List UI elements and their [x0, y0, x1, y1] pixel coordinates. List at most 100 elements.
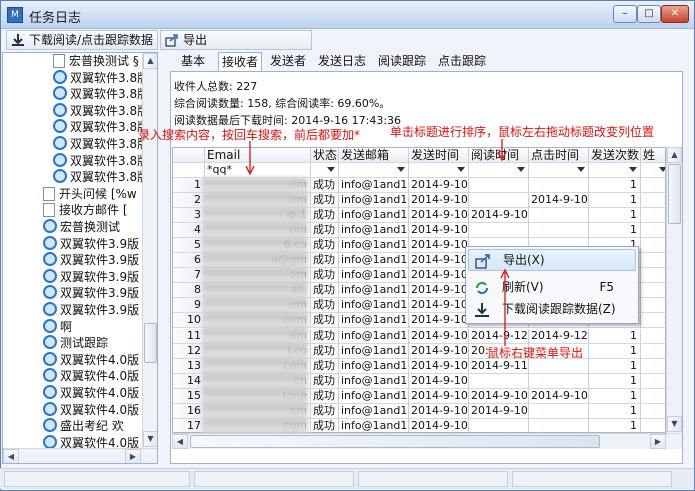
tree-item[interactable]: 双翼软件3.8版: [53, 136, 149, 152]
tree-item[interactable]: 双翼软件4.0版: [43, 385, 139, 401]
grid-cell[interactable]: 2014-9-10: [409, 403, 469, 419]
grid-cell[interactable]: 2014-9-10: [409, 193, 469, 209]
grid-cell[interactable]: 1: [589, 223, 641, 239]
tree-item[interactable]: 双翼软件3.8版: [53, 102, 149, 119]
grid-vertical-scrollbar[interactable]: ▲ ▼: [666, 147, 682, 433]
grid-cell[interactable]: 2014-9-10: [409, 418, 469, 432]
row-number[interactable]: 3: [173, 208, 205, 224]
grid-cell[interactable]: info@1and1-: [339, 388, 409, 404]
grid-cell[interactable]: 1: [589, 178, 641, 193]
grid-cell[interactable]: 2014-9-10: [409, 313, 469, 329]
column-header[interactable]: 发送次数: [589, 148, 641, 163]
tree-item[interactable]: 盛出考纪 欢: [43, 418, 124, 434]
grid-cell[interactable]: 成功: [311, 343, 339, 359]
grid-cell[interactable]: [529, 373, 589, 389]
grid-cell[interactable]: info@1and1-: [339, 343, 409, 359]
grid-cell[interactable]: 成功: [311, 268, 339, 284]
grid-cell[interactable]: [641, 208, 665, 224]
grid-cell[interactable]: 2014-9-10: [529, 388, 589, 404]
filter-dropdown-icon[interactable]: [659, 167, 665, 172]
grid-cell[interactable]: [469, 193, 529, 209]
tab-1[interactable]: 接收者: [218, 52, 262, 71]
grid-cell[interactable]: 2014-9-10: [409, 388, 469, 404]
grid-cell[interactable]: [529, 418, 589, 432]
scroll-down-arrow[interactable]: ▼: [143, 431, 157, 447]
grid-cell[interactable]: [641, 178, 665, 193]
grid-cell[interactable]: info@1and1-: [339, 253, 409, 269]
grid-cell[interactable]: 1: [589, 373, 641, 389]
grid-scroll-left-arrow[interactable]: ◀: [172, 434, 188, 449]
grid-cell[interactable]: 成功: [311, 178, 339, 193]
tree-item[interactable]: 双翼软件3.8版: [53, 86, 149, 102]
grid-cell[interactable]: 成功: [311, 223, 339, 239]
grid-cell[interactable]: 成功: [311, 283, 339, 299]
grid-cell[interactable]: 2014-9-10: [409, 208, 469, 224]
download-tracking-button[interactable]: 下载阅读/点击跟踪数据: [6, 30, 158, 50]
grid-cell[interactable]: info@1and1-: [339, 178, 409, 193]
grid-cell[interactable]: [641, 329, 665, 344]
row-number[interactable]: 1: [173, 178, 205, 193]
grid-cell[interactable]: 1: [589, 193, 641, 209]
row-number[interactable]: 7: [173, 268, 205, 284]
tree-item[interactable]: 双翼软件4.0版: [43, 401, 139, 418]
grid-cell[interactable]: [469, 418, 529, 432]
row-number[interactable]: 10: [173, 313, 205, 329]
tree-item[interactable]: 双翼软件3.8版: [53, 169, 149, 185]
tab-5[interactable]: 点击跟踪: [434, 52, 490, 71]
grid-cell[interactable]: info@1and1-: [339, 328, 409, 344]
column-header[interactable]: 姓: [641, 148, 665, 163]
grid-cell[interactable]: [529, 223, 589, 239]
grid-cell[interactable]: 成功: [311, 253, 339, 269]
grid-cell[interactable]: 2014-9-10: [409, 358, 469, 374]
grid-cell[interactable]: 成功: [311, 328, 339, 344]
tree-horizontal-scrollbar[interactable]: ◀ ▶: [3, 448, 157, 463]
tree-item[interactable]: 双翼软件4.0版: [43, 368, 139, 384]
column-header[interactable]: 点击时间: [529, 148, 589, 163]
row-number[interactable]: 8: [173, 283, 205, 299]
grid-cell[interactable]: [641, 298, 665, 314]
column-header[interactable]: 发送时间: [409, 148, 469, 163]
column-filter[interactable]: [529, 163, 589, 178]
grid-cell[interactable]: info@1and1-: [339, 223, 409, 239]
grid-cell[interactable]: 2014-9-10: [409, 178, 469, 193]
filter-dropdown-icon[interactable]: [629, 167, 637, 172]
grid-cell[interactable]: 成功: [311, 193, 339, 209]
tree-item[interactable]: 双翼软件3.9版: [43, 285, 139, 301]
grid-cell[interactable]: [641, 359, 665, 374]
grid-cell[interactable]: 1: [589, 388, 641, 404]
grid-cell[interactable]: 成功: [311, 238, 339, 254]
tab-3[interactable]: 发送日志: [314, 52, 370, 71]
grid-cell[interactable]: 成功: [311, 313, 339, 329]
grid-cell[interactable]: 2014-9-10: [409, 223, 469, 239]
filter-dropdown-icon[interactable]: [397, 167, 405, 172]
grid-scroll-right-arrow[interactable]: ▶: [650, 434, 666, 449]
grid-cell[interactable]: 2014-9-10: [409, 238, 469, 254]
grid-cell[interactable]: [641, 404, 665, 419]
export-button[interactable]: 导出: [160, 30, 312, 50]
column-filter[interactable]: [469, 163, 529, 178]
tree-item[interactable]: 开头问候 [%w: [43, 186, 137, 202]
grid-cell[interactable]: 1: [589, 328, 641, 344]
grid-cell[interactable]: 成功: [311, 373, 339, 389]
row-number[interactable]: 16: [173, 403, 205, 419]
grid-cell[interactable]: [641, 374, 665, 389]
grid-cell[interactable]: [641, 419, 665, 432]
grid-cell[interactable]: [641, 389, 665, 404]
grid-cell[interactable]: 成功: [311, 298, 339, 314]
tab-0[interactable]: 基本: [174, 52, 212, 71]
grid-cell[interactable]: info@1and1-: [339, 208, 409, 224]
grid-cell[interactable]: info@1and1-: [339, 358, 409, 374]
grid-cell[interactable]: 2014-9-10: [409, 328, 469, 344]
grid-horizontal-scrollbar[interactable]: ◀ ▶: [172, 433, 682, 449]
column-header[interactable]: 阅读时间: [469, 148, 529, 163]
grid-cell[interactable]: 成功: [311, 208, 339, 224]
grid-cell[interactable]: 成功: [311, 388, 339, 404]
maximize-button[interactable]: □: [637, 5, 661, 23]
column-filter[interactable]: [409, 163, 469, 178]
grid-cell[interactable]: info@1and1-: [339, 268, 409, 284]
grid-cell[interactable]: 2014-9-10: [409, 253, 469, 269]
task-tree[interactable]: 宏普换测试 § 双翼软件3.8版 双翼软件3.8版 双翼软件3.8版 双翼软件3.8版双…: [2, 52, 158, 464]
grid-cell[interactable]: info@1and1-: [339, 238, 409, 254]
tree-item[interactable]: 啊: [43, 318, 72, 335]
grid-cell[interactable]: 成功: [311, 418, 339, 432]
